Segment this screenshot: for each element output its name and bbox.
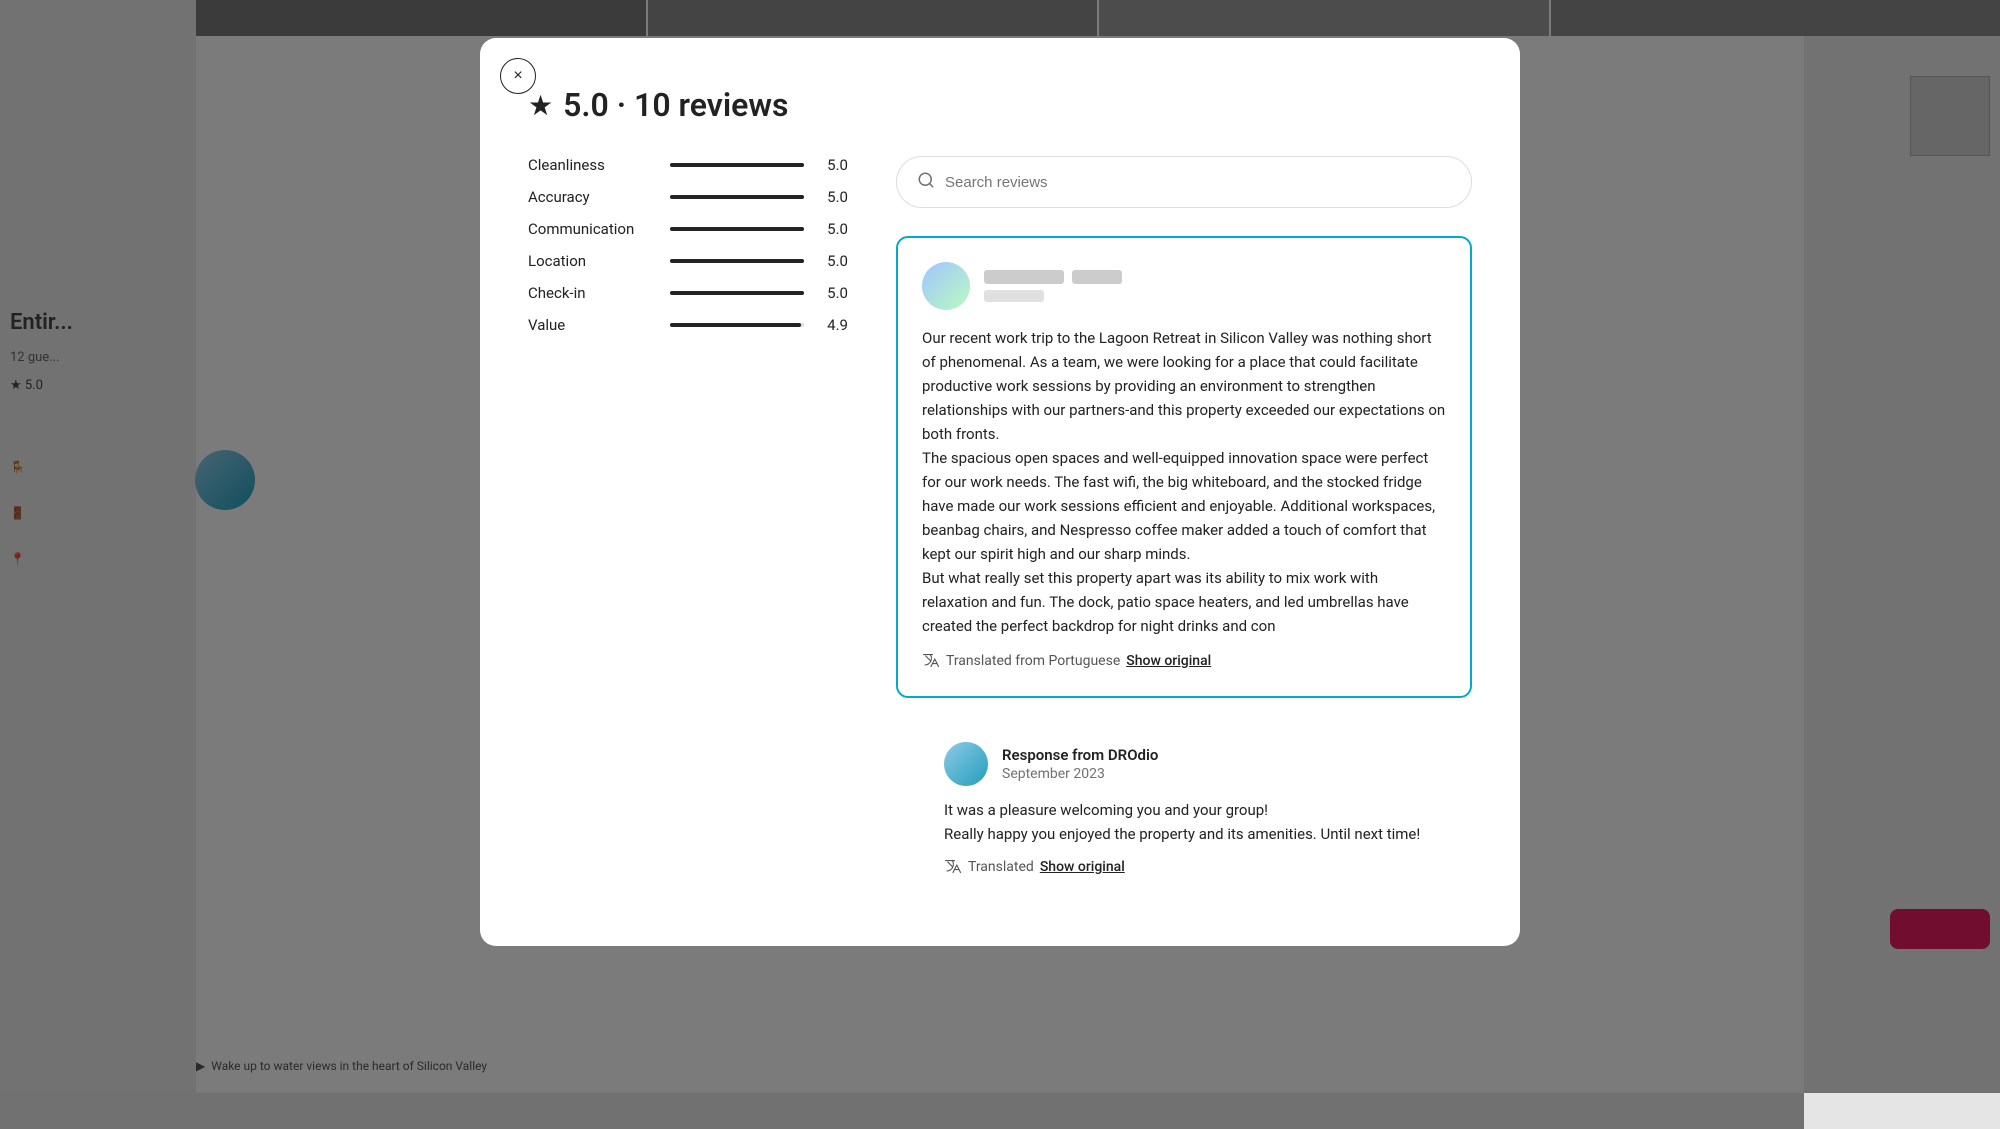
search-input[interactable]	[945, 174, 1451, 191]
rating-label-check-in: Check-in	[528, 284, 658, 302]
rating-value-check-in: 5.0	[816, 284, 848, 302]
reviewer-name-block	[984, 270, 1122, 284]
rating-row: Accuracy 5.0	[528, 188, 848, 206]
reviewer-avatar	[922, 262, 970, 310]
host-translation-note: Translated Show original	[944, 856, 1448, 878]
host-date: September 2023	[1002, 766, 1158, 782]
rating-row: Communication 5.0	[528, 220, 848, 238]
rating-label-location: Location	[528, 252, 658, 270]
rating-row: Value 4.9	[528, 316, 848, 334]
review-card: Our recent work trip to the Lagoon Retre…	[896, 236, 1472, 698]
rating-bar-container	[670, 163, 804, 167]
rating-bar-fill	[670, 323, 801, 327]
translation-note: Translated from Portuguese Show original	[922, 650, 1446, 672]
rating-bar-fill	[670, 227, 804, 231]
reviewer-info	[984, 270, 1122, 302]
rating-value-location: 5.0	[816, 252, 848, 270]
reviews-section: Our recent work trip to the Lagoon Retre…	[896, 156, 1472, 898]
rating-value-communication: 5.0	[816, 220, 848, 238]
reviews-modal: × ★ 5.0 · 10 reviews Cleanliness5.0Accur…	[480, 38, 1520, 946]
host-response-header: Response from DROdio September 2023	[944, 742, 1448, 786]
rating-label-communication: Communication	[528, 220, 658, 238]
star-icon: ★	[528, 89, 553, 122]
rating-bar-container	[670, 323, 804, 327]
rating-value-cleanliness: 5.0	[816, 156, 848, 174]
rating-bar-fill	[670, 259, 804, 263]
rating-row: Location 5.0	[528, 252, 848, 270]
ratings-section: Cleanliness 5.0 Accuracy 5.0 Communication 5.…	[528, 156, 848, 898]
search-box	[896, 156, 1472, 208]
rating-value-accuracy: 5.0	[816, 188, 848, 206]
show-original-link[interactable]: Show original	[1126, 653, 1211, 669]
reviewer-header	[922, 262, 1446, 310]
modal-header: ★ 5.0 · 10 reviews	[528, 86, 1472, 124]
host-name: Response from DROdio	[1002, 746, 1158, 764]
translation-icon	[922, 650, 940, 672]
host-translation-label: Translated	[968, 859, 1034, 875]
modal-title: 5.0 · 10 reviews	[563, 86, 788, 124]
rating-bar-container	[670, 195, 804, 199]
host-translation-icon	[944, 856, 962, 878]
close-button[interactable]: ×	[500, 58, 536, 94]
reviewer-avatar-img	[922, 262, 970, 310]
rating-bar-fill	[670, 291, 804, 295]
rating-bar-container	[670, 227, 804, 231]
modal-backdrop: × ★ 5.0 · 10 reviews Cleanliness5.0Accur…	[0, 0, 2000, 1093]
search-icon	[917, 171, 935, 193]
translation-label: Translated from Portuguese	[946, 653, 1120, 669]
host-info: Response from DROdio September 2023	[1002, 746, 1158, 782]
rating-row: Check-in 5.0	[528, 284, 848, 302]
modal-body: Cleanliness 5.0 Accuracy 5.0 Communication 5.…	[528, 156, 1472, 898]
host-response-text: It was a pleasure welcoming you and your…	[944, 798, 1448, 846]
reviewer-name-bar	[984, 270, 1064, 284]
rating-value-value: 4.9	[816, 316, 848, 334]
rating-label-accuracy: Accuracy	[528, 188, 658, 206]
host-show-original-link[interactable]: Show original	[1040, 859, 1125, 875]
rating-label-value: Value	[528, 316, 658, 334]
rating-bar-fill	[670, 195, 804, 199]
host-response: Response from DROdio September 2023 It w…	[920, 722, 1472, 898]
host-avatar	[944, 742, 988, 786]
rating-label-cleanliness: Cleanliness	[528, 156, 658, 174]
rating-bar-fill	[670, 163, 804, 167]
reviewer-date-bar	[984, 290, 1044, 302]
rating-bar-container	[670, 259, 804, 263]
rating-bar-container	[670, 291, 804, 295]
review-text: Our recent work trip to the Lagoon Retre…	[922, 326, 1446, 638]
rating-row: Cleanliness 5.0	[528, 156, 848, 174]
reviewer-name-bar-2	[1072, 270, 1122, 284]
